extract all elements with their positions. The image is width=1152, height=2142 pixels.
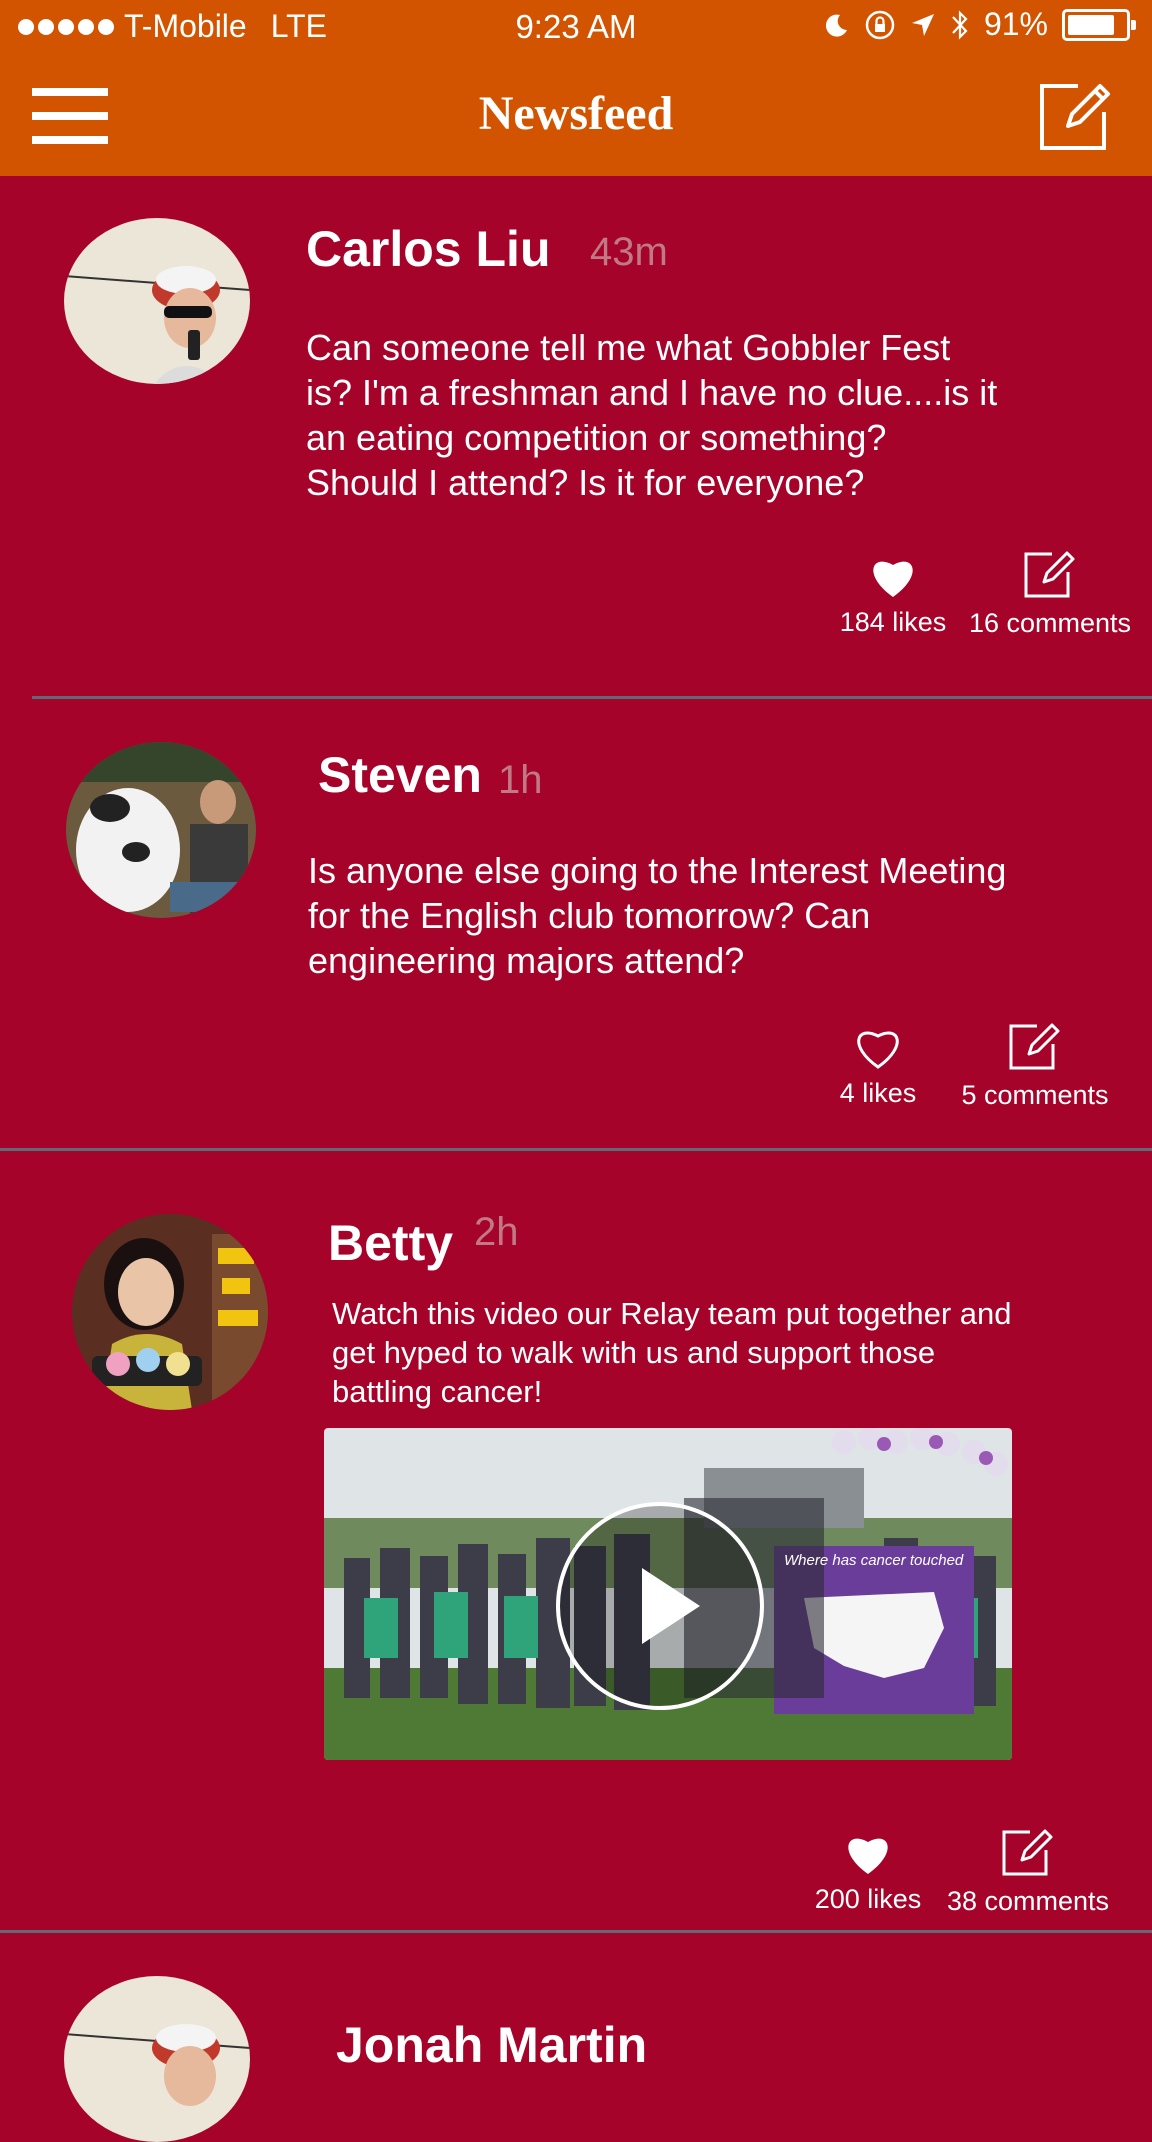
battery-percent: 91% [983,6,1048,42]
post-text: Watch this video our Relay team put toge… [332,1296,1012,1409]
comment-icon [1009,1023,1060,1070]
comment-count: 16 comments [968,608,1132,638]
play-icon [642,1568,700,1644]
location-arrow-icon [911,13,934,36]
author-name[interactable]: Carlos Liu [306,220,550,278]
author-name[interactable]: Betty [328,1214,453,1272]
comment-button[interactable]: 38 comments [938,1826,1118,1917]
heart-filled-icon [848,1838,888,1874]
like-button[interactable]: 184 likes [830,555,956,638]
divider [0,1930,1152,1933]
like-count: 200 likes [814,1884,922,1914]
play-button[interactable] [556,1502,764,1710]
comment-button[interactable]: 5 comments [950,1020,1120,1111]
rotation-lock-icon [865,10,895,39]
author-name[interactable]: Steven [318,746,482,804]
post-text: Is anyone else going to the Interest Mee… [308,850,1007,981]
heart-outline-icon [857,1031,899,1069]
like-button[interactable]: 200 likes [806,1832,930,1915]
page-title: Newsfeed [478,87,674,140]
avatar[interactable] [72,1214,268,1410]
like-button[interactable]: 4 likes [826,1026,930,1109]
comment-button[interactable]: 16 comments [962,548,1138,639]
post-time: 43m [590,230,668,274]
divider [0,1148,1152,1151]
author-name[interactable]: Jonah Martin [336,2016,647,2074]
comment-icon [1002,1829,1053,1876]
battery-icon [1062,8,1136,41]
avatar[interactable] [64,1976,250,2142]
heart-filled-icon [873,561,913,597]
video-banner-text: Where has cancer touched [784,1552,964,1569]
comment-icon [1024,551,1075,598]
post-time: 2h [474,1210,519,1254]
like-count: 184 likes [839,607,947,637]
status-right: 91% [824,6,1136,43]
like-count: 4 likes [839,1078,917,1108]
post-text: Can someone tell me what Gobbler Fest is… [306,327,998,503]
avatar[interactable] [64,218,250,384]
moon-icon [825,14,847,37]
avatar[interactable] [66,742,256,918]
divider [32,696,1152,699]
status-bar: T-Mobile LTE 9:23 AM 91% [0,0,1152,58]
comment-count: 5 comments [961,1080,1109,1110]
navigation-bar: Newsfeed [0,58,1152,176]
video-thumbnail[interactable]: Where has cancer touched [324,1428,1012,1760]
post-time: 1h [498,758,543,802]
top-bar: T-Mobile LTE 9:23 AM 91% Newsfeed [0,0,1152,176]
comment-count: 38 comments [946,1886,1110,1916]
bluetooth-icon [952,9,968,40]
compose-icon[interactable] [1038,78,1112,152]
battery-level [1068,14,1114,35]
